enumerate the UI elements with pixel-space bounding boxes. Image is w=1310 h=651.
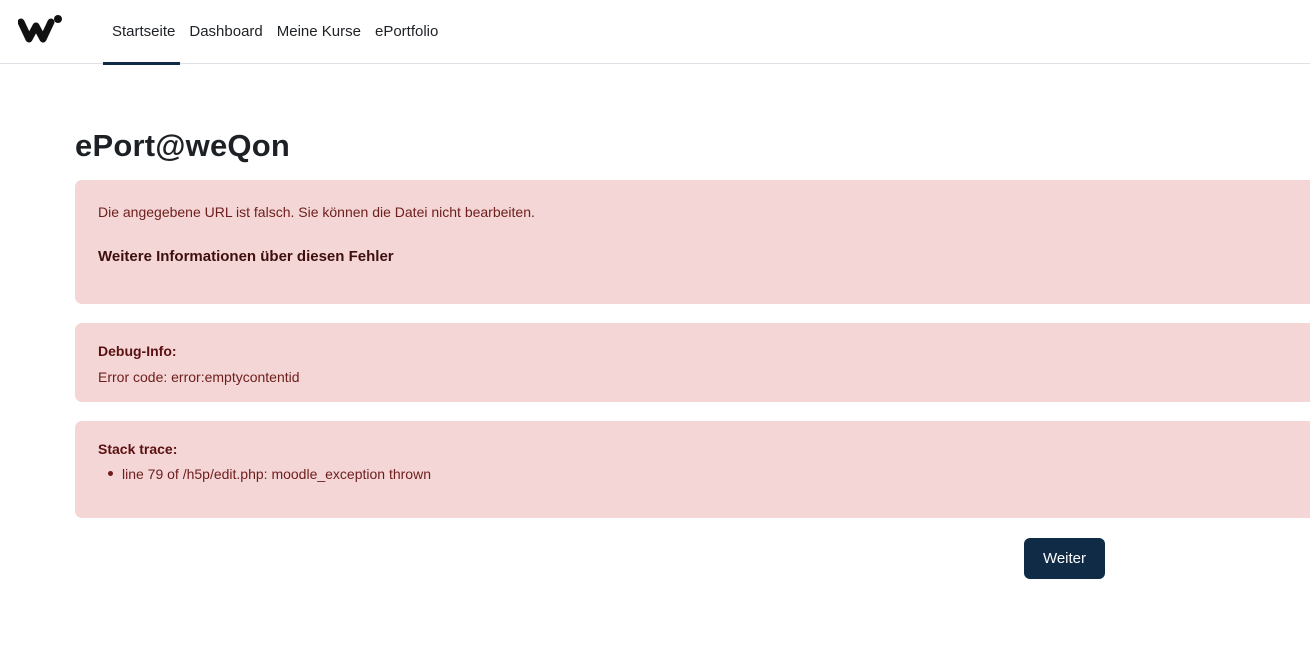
stack-trace-alert: Stack trace: line 79 of /h5p/edit.php: m… (75, 421, 1310, 518)
debug-info-alert: Debug-Info: Error code: error:emptyconte… (75, 323, 1310, 402)
debug-error-code: Error code: error:emptycontentid (98, 369, 300, 385)
top-navbar: Startseite Dashboard Meine Kurse ePortfo… (0, 0, 1310, 65)
primary-navigation: Startseite Dashboard Meine Kurse ePortfo… (103, 0, 443, 65)
error-alert: Die angegebene URL ist falsch. Sie könne… (75, 180, 1310, 304)
stack-trace-item: line 79 of /h5p/edit.php: moodle_excepti… (108, 466, 431, 482)
nav-item-startseite[interactable]: Startseite (103, 0, 181, 65)
nav-item-dashboard[interactable]: Dashboard (180, 0, 267, 64)
error-message: Die angegebene URL ist falsch. Sie könne… (98, 204, 535, 220)
page-title: ePort@weQon (75, 128, 291, 163)
debug-info-heading: Debug-Info: (98, 343, 177, 359)
more-info-link[interactable]: Weitere Informationen über diesen Fehler (98, 248, 394, 265)
bullet-icon (108, 470, 113, 476)
stack-trace-heading: Stack trace: (98, 441, 178, 457)
nav-item-eportfolio[interactable]: ePortfolio (366, 0, 443, 64)
w-logo-icon[interactable] (17, 14, 64, 44)
nav-item-meine-kurse[interactable]: Meine Kurse (268, 0, 366, 64)
stack-trace-text: line 79 of /h5p/edit.php: moodle_excepti… (122, 466, 431, 482)
continue-button[interactable]: Weiter (1024, 538, 1105, 579)
